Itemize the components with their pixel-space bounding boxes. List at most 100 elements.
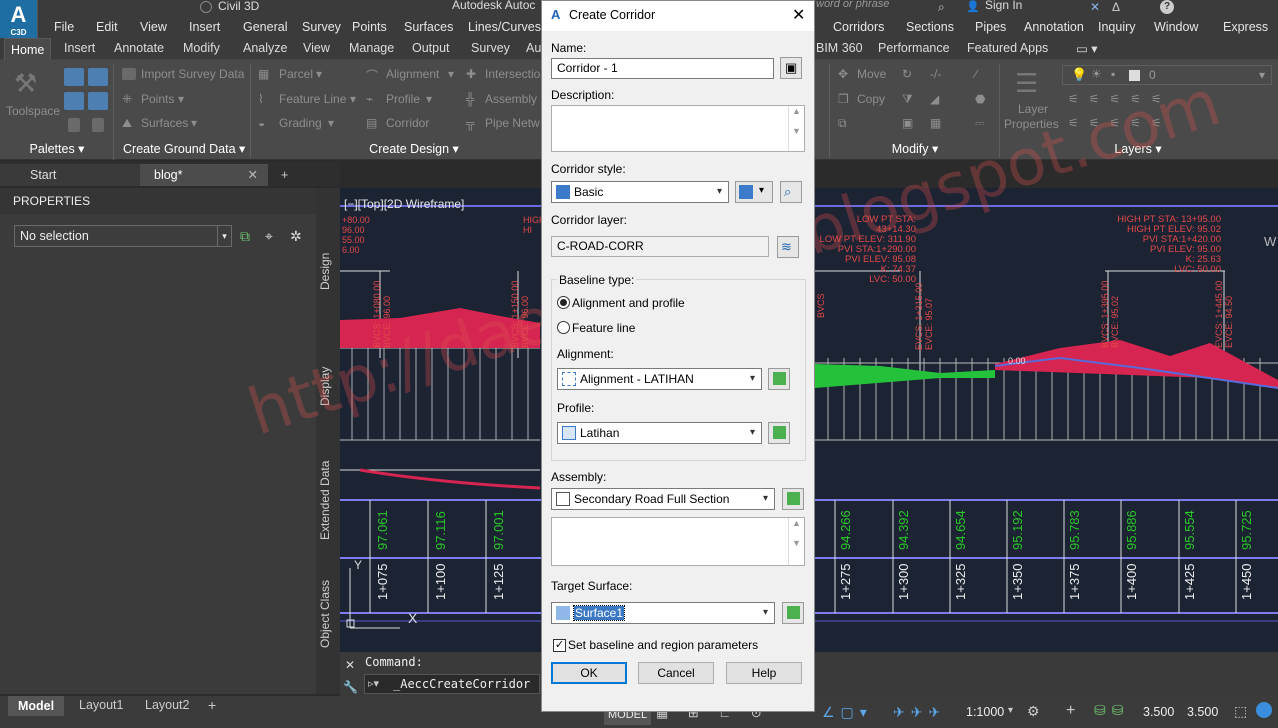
tab-autodesk[interactable]: Au [526,41,541,55]
menu-points[interactable]: Points [352,20,387,34]
wrench-icon[interactable]: 🔧 [343,680,358,694]
description-scrollbar[interactable]: ▲ ▼ [788,106,804,151]
panel-modify[interactable]: Modify ▾ [887,138,943,160]
alignment-button[interactable]: Alignment [386,67,439,81]
grading-button[interactable]: Grading [279,116,322,130]
feature-line-button[interactable]: Feature Line [279,92,346,106]
menu-annotation[interactable]: Annotation [1024,20,1084,34]
array-icon[interactable]: ▦ [930,116,941,130]
annotation-scale[interactable]: 1:1000 [966,705,1004,719]
chevron-down-icon[interactable]: ▾ [448,67,454,81]
chevron-down-icon[interactable]: ▾ [191,116,197,130]
exchange-icon[interactable]: ✕ [1090,0,1100,14]
move-button[interactable]: Move [857,67,886,81]
layer-icons[interactable]: ⛁⛁ [1094,702,1129,719]
properties-icon[interactable] [68,118,80,132]
layer-select-button[interactable]: ≋ [777,236,799,258]
erase-icon[interactable]: ∕ [975,67,977,81]
surface-pick-button[interactable] [782,602,804,624]
menu-survey[interactable]: Survey [302,20,341,34]
side-tab-display[interactable]: Display [318,367,332,406]
copy-button[interactable]: Copy [857,92,885,106]
side-tab-extended-data[interactable]: Extended Data [318,461,332,540]
tab-output[interactable]: Output [412,41,450,55]
description-field[interactable]: ▲ ▼ [551,105,805,152]
baseline-feature-line-label[interactable]: Feature line [572,321,635,335]
application-menu-button[interactable]: A C3D [0,0,38,38]
tab-manage[interactable]: Manage [349,41,394,55]
baseline-feature-line-radio[interactable] [557,321,570,334]
chevron-down-icon[interactable]: ▾ [316,67,322,81]
tab-start[interactable]: Start [0,164,140,186]
selection-dropdown[interactable]: No selection ▾ [14,225,232,247]
design-center-icon[interactable] [92,118,104,132]
tab-modify[interactable]: Modify [183,41,220,55]
name-template-button[interactable]: ▣ [780,57,802,79]
assembly-dropdown[interactable]: Secondary Road Full Section ▾ [551,488,775,510]
layer-dropdown[interactable]: 💡 ☀ ▪ 0 ▾ [1062,65,1272,85]
layer-properties-label[interactable]: Layer [1018,102,1048,116]
toolbox-icon[interactable] [88,92,108,110]
chevron-down-icon[interactable]: ▾ [178,92,184,106]
sign-in-button[interactable]: Sign In [985,0,1022,12]
cancel-button[interactable]: Cancel [638,662,714,684]
stretch-icon[interactable]: ⧉ [838,116,847,131]
tab-performance[interactable]: Performance [878,41,950,55]
viewport-controls[interactable]: [−][Top][2D Wireframe] [344,197,464,211]
panel-create-ground-data[interactable]: Create Ground Data ▾ [123,138,245,160]
globe-icon[interactable] [1256,702,1272,718]
menu-pipes[interactable]: Pipes [975,20,1006,34]
search-input[interactable]: word or phrase [816,0,889,10]
ok-button[interactable]: OK [551,662,627,684]
trim-icon[interactable]: -/- [930,67,941,81]
explode-icon[interactable]: ⬣ [975,92,985,106]
panel-create-design[interactable]: Create Design ▾ [369,138,459,160]
chevron-down-icon[interactable]: ▾ [426,92,432,106]
select-objects-icon[interactable]: ⌖ [265,228,273,245]
menu-file[interactable]: File [54,20,74,34]
alignment-pick-button[interactable] [768,368,790,390]
menu-general[interactable]: General [243,20,287,34]
menu-corridors[interactable]: Corridors [833,20,884,34]
corridor-button[interactable]: Corridor [386,116,429,130]
baseline-alignment-profile-label[interactable]: Alignment and profile [572,296,685,310]
toolspace-icon[interactable]: ⚒ [14,68,37,99]
parcel-button[interactable]: Parcel [279,67,313,81]
add-layout-button[interactable]: + [208,697,216,713]
tab-view[interactable]: View [303,41,330,55]
close-icon[interactable]: ✕ [792,5,805,25]
pickadd-icon[interactable]: ✲ [290,228,302,245]
baseline-parameters-checkbox[interactable]: ✓ [553,639,566,652]
menu-lines-curves[interactable]: Lines/Curves [468,20,541,34]
prospector-icon[interactable] [64,68,84,86]
style-preview-button[interactable]: ⌕ [780,181,802,203]
baseline-parameters-label[interactable]: Set baseline and region parameters [568,638,758,652]
layer-properties-icon[interactable]: ☰ [1015,68,1038,99]
tab-featured-apps[interactable]: Featured Apps [967,41,1048,55]
menu-edit[interactable]: Edit [96,20,118,34]
toolspace-button[interactable]: Toolspace [6,104,60,118]
chevron-down-icon[interactable]: ▾ [328,116,334,130]
new-tab-button[interactable]: + [273,164,299,186]
workspace-selector[interactable]: Civil 3D [218,0,259,13]
tab-annotate[interactable]: Annotate [114,41,164,55]
assembly-description-scrollbar[interactable]: ▲ ▼ [788,518,804,565]
intersection-button[interactable]: Intersectio [485,67,540,81]
gear-icon[interactable]: ⚙ [1027,703,1040,720]
annotation-icons[interactable]: ✈✈✈ [893,704,946,721]
name-field[interactable]: Corridor - 1 [551,58,774,79]
close-icon[interactable]: ✕ [248,164,258,186]
menu-insert[interactable]: Insert [189,20,220,34]
scale-icon[interactable]: ▣ [902,116,913,130]
side-tab-object-class[interactable]: Object Class [318,580,332,648]
menu-inquiry[interactable]: Inquiry [1098,20,1136,34]
points-button[interactable]: Points [141,92,174,106]
rotate-icon[interactable]: ↻ [902,67,912,81]
survey-icon[interactable] [64,92,84,110]
menu-window[interactable]: Window [1154,20,1198,34]
help-button[interactable]: Help [726,662,802,684]
surfaces-button[interactable]: Surfaces [141,116,188,130]
panel-layers[interactable]: Layers ▾ [1112,138,1164,160]
layer-tools-row1-icon[interactable]: ⚟⚟⚟⚟⚟ [1068,92,1172,106]
tab-survey[interactable]: Survey [471,41,510,55]
